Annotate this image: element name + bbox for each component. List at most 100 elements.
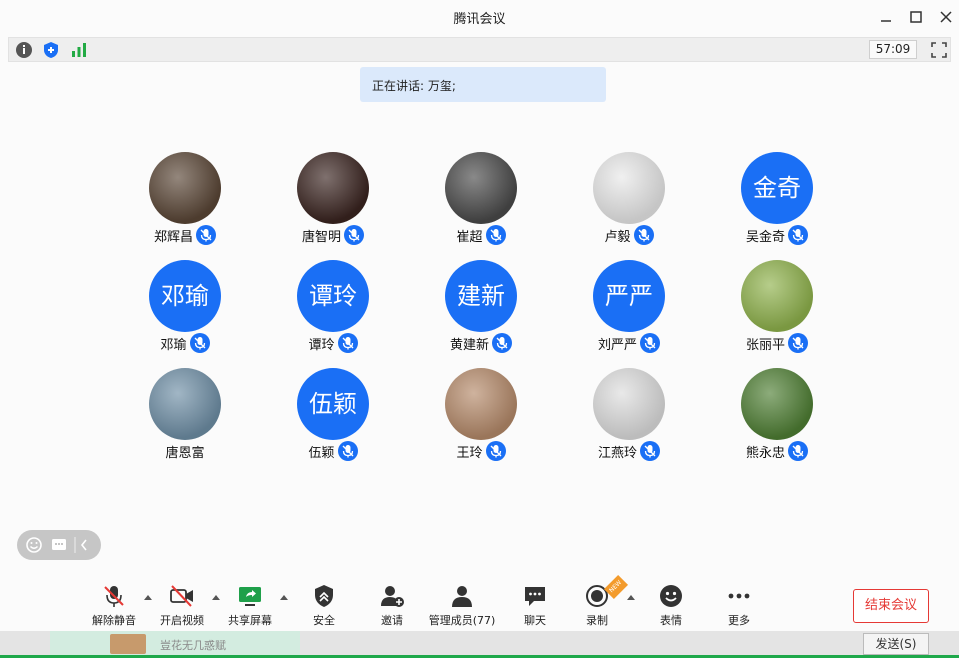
participant-tile[interactable]: 卢毅 bbox=[559, 152, 699, 252]
muted-mic-icon bbox=[485, 441, 506, 461]
participant-tile[interactable]: 唐恩富 bbox=[115, 368, 255, 468]
background-chat-preview: 豈花无几惑赋 bbox=[50, 631, 300, 658]
unmute-button[interactable]: 解除静音 bbox=[78, 583, 150, 633]
participant-tile[interactable]: 郑辉昌 bbox=[115, 152, 255, 252]
signal-icon[interactable] bbox=[69, 40, 89, 60]
participant-name: 谭玲 bbox=[308, 337, 335, 353]
participant-name: 江燕玲 bbox=[597, 445, 637, 461]
participant-avatar: 谭玲 bbox=[297, 260, 369, 332]
muted-mic-icon bbox=[189, 333, 210, 353]
participant-name-row: 熊永忠 bbox=[707, 440, 847, 462]
fullscreen-icon[interactable] bbox=[929, 40, 949, 60]
participant-name: 唐智明 bbox=[301, 229, 341, 245]
participant-avatar: 伍颖 bbox=[297, 368, 369, 440]
more-label: 更多 bbox=[728, 614, 750, 627]
speaking-indicator: 正在讲话: 万玺; bbox=[360, 67, 606, 102]
participant-avatar bbox=[593, 368, 665, 440]
meeting-toolbar: 解除静音 开启视频 共享屏幕 安全 邀请 管理成员(77) 聊天 录制 NEW … bbox=[0, 574, 959, 635]
participant-name-row: 崔超 bbox=[411, 224, 551, 246]
manage-members-button[interactable]: 管理成员(77) bbox=[426, 583, 498, 633]
participant-name-row: 唐智明 bbox=[263, 224, 403, 246]
meeting-info-bar: 57:09 bbox=[8, 37, 951, 62]
participant-avatar bbox=[445, 152, 517, 224]
manage-members-label: 管理成员(77) bbox=[428, 614, 496, 627]
participant-avatar bbox=[445, 368, 517, 440]
maximize-button[interactable] bbox=[905, 6, 927, 28]
participant-tile[interactable]: 严严 刘严严 bbox=[559, 260, 699, 360]
video-off-icon bbox=[170, 585, 193, 607]
minimize-button[interactable] bbox=[875, 6, 897, 28]
shield-icon[interactable] bbox=[41, 40, 61, 60]
participant-tile[interactable]: 金奇吴金奇 bbox=[707, 152, 847, 252]
muted-mic-icon bbox=[196, 225, 216, 245]
security-button[interactable]: 安全 bbox=[288, 583, 360, 633]
background-thumbnail bbox=[110, 634, 146, 654]
add-user-icon bbox=[381, 586, 404, 607]
participant-tile[interactable]: 张丽平 bbox=[707, 260, 847, 360]
muted-mic-icon bbox=[788, 441, 808, 461]
participant-tile[interactable]: 王玲 bbox=[411, 368, 551, 468]
participant-name: 唐恩富 bbox=[165, 445, 205, 461]
participant-avatar bbox=[741, 368, 813, 440]
participant-avatar bbox=[149, 368, 221, 440]
participant-name: 黄建新 bbox=[449, 337, 489, 353]
muted-mic-icon bbox=[104, 586, 124, 607]
participant-avatar: 金奇 bbox=[741, 152, 813, 224]
muted-mic-icon bbox=[640, 441, 660, 461]
share-options-caret[interactable] bbox=[280, 595, 288, 600]
participant-tile[interactable]: 熊永忠 bbox=[707, 368, 847, 468]
participant-tile[interactable]: 谭玲 谭玲 bbox=[263, 260, 403, 360]
participant-tile[interactable]: 唐智明 bbox=[263, 152, 403, 252]
participant-name: 吴金奇 bbox=[745, 229, 785, 245]
participant-tile[interactable]: 江燕玲 bbox=[559, 368, 699, 468]
close-button[interactable] bbox=[935, 6, 957, 28]
floating-reaction-bar[interactable] bbox=[17, 530, 101, 560]
muted-mic-icon bbox=[633, 225, 654, 245]
window-title: 腾讯会议 bbox=[453, 12, 506, 27]
participant-name: 张丽平 bbox=[745, 337, 785, 353]
participant-name-row: 谭玲 bbox=[263, 332, 403, 354]
unmute-label: 解除静音 bbox=[92, 614, 136, 627]
start-video-button[interactable]: 开启视频 bbox=[146, 583, 218, 633]
emoji-label: 表情 bbox=[660, 614, 682, 627]
participant-avatar bbox=[741, 260, 813, 332]
info-icon[interactable] bbox=[14, 40, 34, 60]
participant-avatar bbox=[149, 152, 221, 224]
participant-tile[interactable]: 崔超 bbox=[411, 152, 551, 252]
title-bar: 腾讯会议 bbox=[0, 0, 959, 35]
muted-mic-icon bbox=[788, 225, 808, 245]
members-icon bbox=[452, 586, 472, 607]
send-button[interactable]: 发送(S) bbox=[863, 633, 929, 655]
participant-tile[interactable]: 邓瑜 邓瑜 bbox=[115, 260, 255, 360]
participant-name: 熊永忠 bbox=[745, 445, 785, 461]
record-options-caret[interactable] bbox=[627, 595, 635, 600]
participant-avatar: 严严 bbox=[593, 260, 665, 332]
participant-name-row: 卢毅 bbox=[559, 224, 699, 246]
smiley-icon bbox=[660, 585, 682, 607]
participant-name-row: 黄建新 bbox=[411, 332, 551, 354]
security-label: 安全 bbox=[313, 614, 335, 627]
end-meeting-button[interactable]: 结束会议 bbox=[853, 589, 929, 623]
emoji-button[interactable]: 表情 bbox=[635, 583, 707, 633]
background-chat-text: 豈花无几惑赋 bbox=[160, 639, 226, 652]
invite-label: 邀请 bbox=[381, 614, 403, 627]
muted-mic-icon bbox=[337, 333, 358, 353]
participant-tile[interactable]: 伍颖 伍颖 bbox=[263, 368, 403, 468]
participant-tile[interactable]: 建新黄建新 bbox=[411, 260, 551, 360]
participant-avatar: 建新 bbox=[445, 260, 517, 332]
more-dots-icon bbox=[728, 593, 750, 599]
participant-name: 郑辉昌 bbox=[153, 229, 193, 245]
participant-name-row: 张丽平 bbox=[707, 332, 847, 354]
share-screen-button[interactable]: 共享屏幕 bbox=[214, 583, 286, 633]
muted-mic-icon bbox=[485, 225, 506, 245]
participant-name: 卢毅 bbox=[604, 229, 631, 245]
participant-name-row: 邓瑜 bbox=[115, 332, 255, 354]
muted-mic-icon bbox=[344, 225, 364, 245]
participant-name-row: 王玲 bbox=[411, 440, 551, 462]
participant-name-row: 唐恩富 bbox=[115, 440, 255, 462]
muted-mic-icon bbox=[337, 441, 358, 461]
more-button[interactable]: 更多 bbox=[703, 583, 775, 633]
security-shield-icon bbox=[315, 585, 333, 607]
invite-button[interactable]: 邀请 bbox=[356, 583, 428, 633]
participant-name-row: 伍颖 bbox=[263, 440, 403, 462]
